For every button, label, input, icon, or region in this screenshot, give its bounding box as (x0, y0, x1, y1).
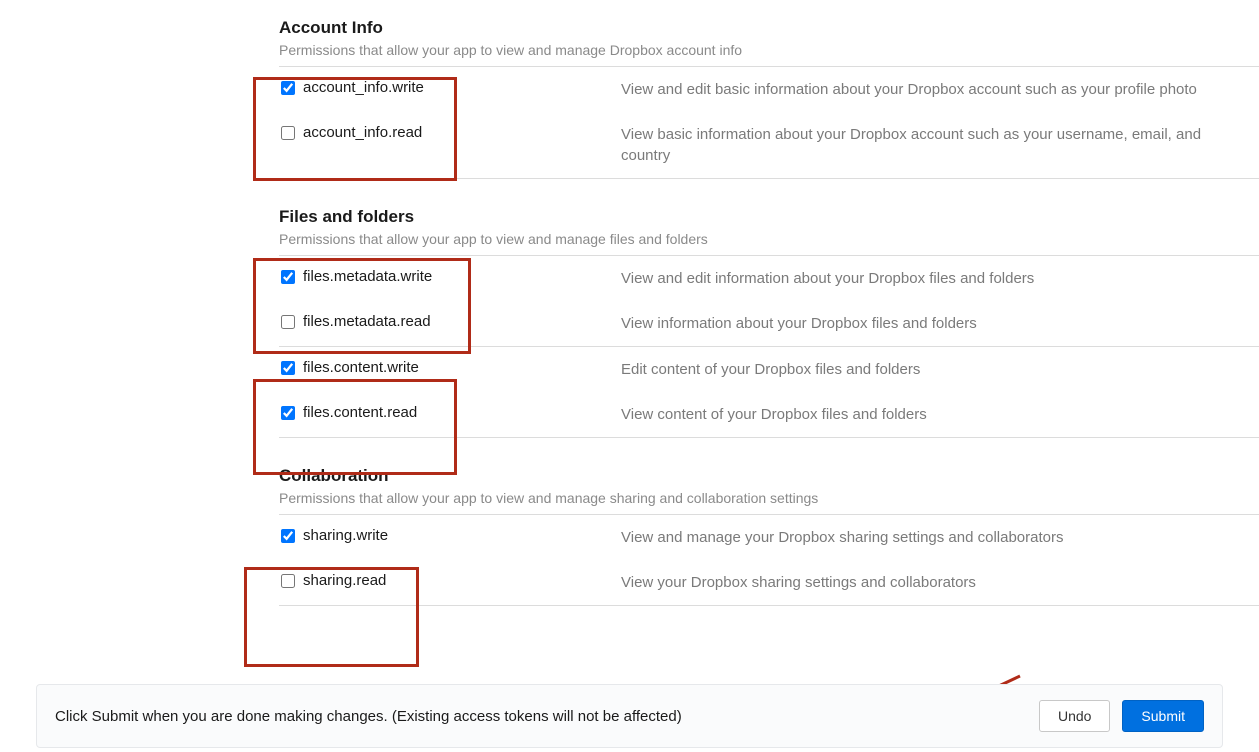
permission-row: account_info.write View and edit basic in… (279, 67, 1259, 112)
permission-name: sharing.read (303, 572, 386, 589)
permission-name: files.content.write (303, 359, 419, 376)
permission-desc: View information about your Dropbox file… (621, 313, 1259, 334)
permission-row: sharing.read View your Dropbox sharing se… (279, 560, 1259, 605)
divider (279, 605, 1259, 606)
permission-desc: View and edit information about your Dro… (621, 268, 1259, 289)
permission-name: files.content.read (303, 404, 417, 421)
permission-desc: Edit content of your Dropbox files and f… (621, 359, 1259, 380)
permission-desc: View content of your Dropbox files and f… (621, 404, 1259, 425)
permission-row: files.content.write Edit content of your … (279, 347, 1259, 392)
permission-checkbox[interactable] (281, 361, 295, 375)
section-desc: Permissions that allow your app to view … (279, 490, 1259, 506)
permission-name: sharing.write (303, 527, 388, 544)
permission-row: sharing.write View and manage your Dropbo… (279, 515, 1259, 560)
submit-button[interactable]: Submit (1122, 700, 1204, 732)
permission-row: files.metadata.write View and edit inform… (279, 256, 1259, 301)
permission-checkbox[interactable] (281, 270, 295, 284)
undo-button[interactable]: Undo (1039, 700, 1110, 732)
footer-bar: Click Submit when you are done making ch… (36, 684, 1223, 748)
section-desc: Permissions that allow your app to view … (279, 42, 1259, 58)
permission-desc: View and manage your Dropbox sharing set… (621, 527, 1259, 548)
permission-desc: View and edit basic information about yo… (621, 79, 1259, 100)
permission-row: files.metadata.read View information abou… (279, 301, 1259, 346)
permission-checkbox[interactable] (281, 529, 295, 543)
permission-desc: View your Dropbox sharing settings and c… (621, 572, 1259, 593)
permission-row: account_info.read View basic information … (279, 112, 1259, 178)
permission-row: files.content.read View content of your D… (279, 392, 1259, 437)
permission-desc: View basic information about your Dropbo… (621, 124, 1259, 166)
section-title: Account Info (279, 18, 1259, 38)
footer-text: Click Submit when you are done making ch… (55, 708, 1039, 725)
permission-name: account_info.read (303, 124, 422, 141)
section-title: Files and folders (279, 207, 1259, 227)
permission-checkbox[interactable] (281, 315, 295, 329)
permission-checkbox[interactable] (281, 574, 295, 588)
permission-checkbox[interactable] (281, 126, 295, 140)
permission-name: files.metadata.read (303, 313, 431, 330)
permission-name: files.metadata.write (303, 268, 432, 285)
section-title: Collaboration (279, 466, 1259, 486)
permission-name: account_info.write (303, 79, 424, 96)
permission-checkbox[interactable] (281, 406, 295, 420)
section-desc: Permissions that allow your app to view … (279, 231, 1259, 247)
permission-checkbox[interactable] (281, 81, 295, 95)
